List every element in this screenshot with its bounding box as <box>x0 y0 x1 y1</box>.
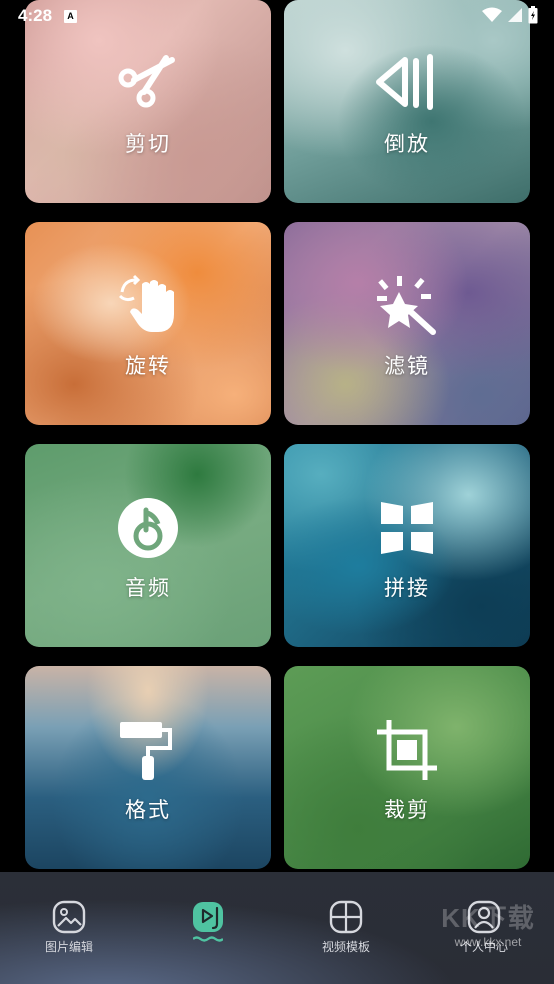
tool-label: 倒放 <box>384 132 430 156</box>
tool-rotate[interactable]: 旋转 <box>25 222 271 425</box>
active-indicator <box>193 936 223 942</box>
rotate-hand-icon <box>118 274 174 332</box>
tool-audio[interactable]: 音频 <box>25 444 271 647</box>
watermark-url: www.kkx.net <box>454 935 522 949</box>
crop-icon <box>377 720 437 780</box>
nav-label: 图片编辑 <box>44 940 93 954</box>
watermark: KK下载 www.kkx.net <box>433 898 543 949</box>
tool-label: 旋转 <box>125 354 171 378</box>
notification-badge-icon: A <box>64 9 78 23</box>
status-icons <box>482 6 538 24</box>
battery-icon <box>528 6 538 24</box>
wifi-icon <box>482 7 502 22</box>
tool-label: 滤镜 <box>384 354 430 378</box>
image-icon <box>52 900 86 934</box>
nav-video-edit[interactable] <box>153 900 263 942</box>
watermark-brand: KK下载 <box>441 903 535 933</box>
video-edit-icon <box>193 902 223 932</box>
tool-label: 格式 <box>125 798 171 822</box>
tool-filter[interactable]: 滤镜 <box>284 222 530 425</box>
grid-splice-icon <box>381 502 433 554</box>
reverse-play-icon <box>376 54 433 110</box>
tool-format[interactable]: 格式 <box>25 666 271 869</box>
status-bar: 4:28 A <box>0 0 554 32</box>
nav-label: 视频模板 <box>321 940 370 954</box>
tool-grid: 剪切 倒放 旋转 滤镜 音频 拼接 格式 裁剪 <box>0 0 554 872</box>
music-disc-icon <box>118 498 178 558</box>
nav-image-edit[interactable]: 图片编辑 <box>14 900 124 955</box>
template-grid-icon <box>329 900 363 934</box>
tool-label: 裁剪 <box>384 798 430 822</box>
scissors-icon <box>118 55 175 108</box>
status-time: 4:28 <box>18 6 53 25</box>
magic-wand-icon <box>377 276 436 335</box>
tool-splice[interactable]: 拼接 <box>284 444 530 647</box>
tool-label: 剪切 <box>125 132 171 156</box>
nav-video-template[interactable]: 视频模板 <box>291 900 401 955</box>
tool-label: 音频 <box>125 576 171 600</box>
signal-icon <box>508 8 522 22</box>
tool-crop[interactable]: 裁剪 <box>284 666 530 869</box>
tool-label: 拼接 <box>384 576 430 600</box>
paint-roller-icon <box>120 722 172 780</box>
